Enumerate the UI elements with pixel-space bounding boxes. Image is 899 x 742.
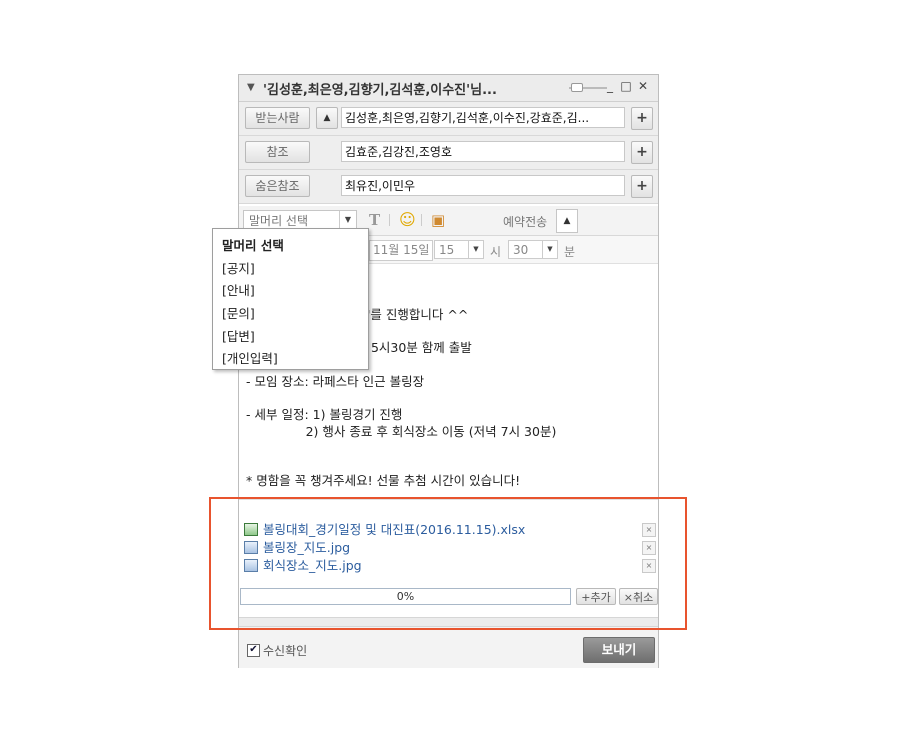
add-to-button[interactable]: + <box>631 107 653 130</box>
add-cc-button[interactable]: + <box>631 141 653 164</box>
window-title: '김성훈,최은영,김향기,김석훈,이수진'님... <box>263 83 497 98</box>
header-select[interactable]: 말머리 선택 ▼ <box>243 210 357 230</box>
attachment-name[interactable]: 볼링장_지도.jpg <box>263 539 350 556</box>
reserve-toggle-icon[interactable]: ▲ <box>556 209 578 233</box>
bcc-row: 숨은참조 최유진,이민우 + <box>239 170 658 204</box>
attachment-item[interactable]: 회식장소_지도.jpg × <box>244 557 658 574</box>
minimize-icon[interactable]: _ <box>603 79 617 95</box>
body-line: 2) 행사 종료 후 회식장소 이동 (저녁 7시 30분) <box>246 424 557 439</box>
image-file-icon <box>244 559 258 572</box>
menu-item-notice[interactable]: [공지] <box>222 258 255 277</box>
reserve-hour-select[interactable]: 15 ▼ <box>434 240 484 259</box>
delete-attachment-icon[interactable]: × <box>642 559 656 573</box>
chevron-down-icon[interactable]: ▼ <box>542 241 557 258</box>
chevron-down-icon[interactable]: ▼ <box>468 241 483 258</box>
maximize-icon[interactable]: □ <box>619 79 633 95</box>
bcc-button[interactable]: 숨은참조 <box>245 175 310 197</box>
font-style-icon[interactable]: T <box>369 211 380 229</box>
cancel-upload-button[interactable]: ×취소 <box>619 588 658 605</box>
toolbar-divider <box>421 214 422 226</box>
header-select-value: 말머리 선택 <box>249 214 309 228</box>
menu-item-inquiry[interactable]: [문의] <box>222 303 255 322</box>
add-bcc-button[interactable]: + <box>631 175 653 198</box>
reserve-send-label[interactable]: 예약전송 <box>503 213 547 230</box>
cc-field[interactable]: 김효준,김강진,조영호 <box>341 141 625 162</box>
insert-image-icon[interactable]: ▣ <box>431 211 445 229</box>
header-dropdown-menu: 말머리 선택 [공지] [안내] [문의] [답변] [개인입력] <box>212 228 369 370</box>
attachment-name[interactable]: 볼링대회_경기일정 및 대진표(2016.11.15).xlsx <box>263 521 525 538</box>
upload-progress-text: 0% <box>396 590 415 603</box>
reserve-minute-select[interactable]: 30 ▼ <box>508 240 558 259</box>
attachment-item[interactable]: 볼링대회_경기일정 및 대진표(2016.11.15).xlsx × <box>244 521 658 538</box>
attachment-name[interactable]: 회식장소_지도.jpg <box>263 557 362 574</box>
menu-item-custom[interactable]: [개인입력] <box>222 348 278 367</box>
close-icon[interactable]: ✕ <box>636 79 650 95</box>
read-receipt-label[interactable]: 수신확인 <box>263 642 307 659</box>
to-field[interactable]: 김성훈,최은영,김향기,김석훈,이수진,강효준,김... <box>341 107 625 128</box>
body-line: - 모임 장소: 라페스타 인근 볼링장 <box>246 374 425 389</box>
menu-item-header-select[interactable]: 말머리 선택 <box>222 235 284 254</box>
chevron-down-icon[interactable]: ▼ <box>339 211 356 229</box>
add-attachment-button[interactable]: +추가 <box>576 588 616 605</box>
attachment-panel: 볼링대회_경기일정 및 대진표(2016.11.15).xlsx × 볼링장_지… <box>239 499 658 617</box>
message-compose-window: ▼ '김성훈,최은영,김향기,김석훈,이수진'님... _ □ ✕ 받는사람 ▲… <box>238 74 659 668</box>
reserve-hour-value: 15 <box>439 243 455 257</box>
read-receipt-checkbox[interactable]: ✔ <box>247 644 260 657</box>
reserve-date[interactable]: 11월 15일 <box>369 240 434 261</box>
attachment-item[interactable]: 볼링장_지도.jpg × <box>244 539 658 556</box>
title-collapse-icon[interactable]: ▼ <box>247 82 255 93</box>
toolbar-divider <box>389 214 390 226</box>
to-row: 받는사람 ▲ 김성훈,최은영,김향기,김석훈,이수진,강효준,김... + <box>239 102 658 136</box>
to-button[interactable]: 받는사람 <box>245 107 310 129</box>
title-bar[interactable]: ▼ '김성훈,최은영,김향기,김석훈,이수진'님... _ □ ✕ <box>239 75 658 102</box>
opacity-slider-knob[interactable] <box>571 83 583 92</box>
expand-recipients-icon[interactable]: ▲ <box>316 107 338 129</box>
reserve-minute-value: 30 <box>513 243 529 257</box>
compose-footer: ✔ 수신확인 보내기 <box>239 626 658 668</box>
send-button[interactable]: 보내기 <box>583 637 655 663</box>
delete-attachment-icon[interactable]: × <box>642 523 656 537</box>
cc-button[interactable]: 참조 <box>245 141 310 163</box>
menu-item-info[interactable]: [안내] <box>222 280 255 299</box>
delete-attachment-icon[interactable]: × <box>642 541 656 555</box>
hour-unit: 시 <box>490 245 502 259</box>
image-file-icon <box>244 541 258 554</box>
menu-item-answer[interactable]: [답변] <box>222 326 255 345</box>
cc-row: 참조 김효준,김강진,조영호 + <box>239 136 658 170</box>
footer-divider <box>239 617 658 626</box>
minute-unit: 분 <box>564 245 576 259</box>
bcc-field[interactable]: 최유진,이민우 <box>341 175 625 196</box>
body-line: * 명함을 꼭 챙겨주세요! 선물 추첨 시간이 있습니다! <box>246 473 521 488</box>
emoticon-icon[interactable]: ☺ <box>399 211 416 229</box>
excel-file-icon <box>244 523 258 536</box>
upload-progress-bar: 0% <box>240 588 571 605</box>
